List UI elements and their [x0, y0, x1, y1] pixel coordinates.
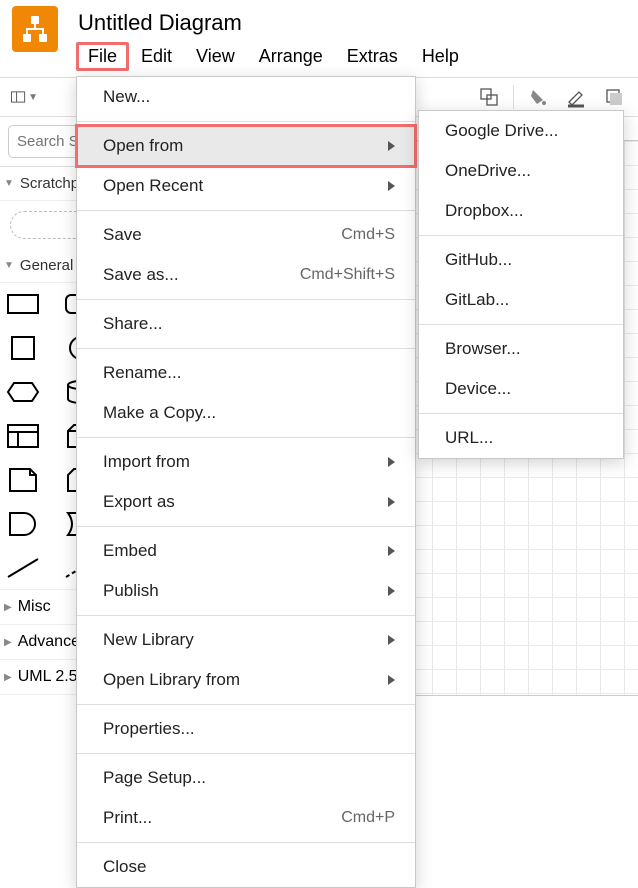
chevron-right-icon — [388, 635, 395, 645]
shadow-icon[interactable] — [600, 83, 628, 111]
chevron-right-icon — [388, 181, 395, 191]
menu-help[interactable]: Help — [410, 42, 471, 71]
line-color-icon[interactable] — [562, 83, 590, 111]
open-from-gdrive[interactable]: Google Drive... — [419, 111, 623, 151]
shape-square[interactable] — [6, 335, 40, 361]
section-general-label: General — [20, 257, 73, 274]
menu-edit[interactable]: Edit — [129, 42, 184, 71]
open-from-submenu: Google Drive... OneDrive... Dropbox... G… — [418, 110, 624, 459]
shape-hexagon[interactable] — [6, 379, 40, 405]
shape-table[interactable] — [6, 423, 40, 449]
chevron-right-icon — [388, 546, 395, 556]
chevron-right-icon — [388, 675, 395, 685]
file-properties[interactable]: Properties... — [77, 709, 415, 749]
file-page-setup[interactable]: Page Setup... — [77, 758, 415, 798]
file-embed[interactable]: Embed — [77, 531, 415, 571]
open-from-dropbox[interactable]: Dropbox... — [419, 191, 623, 231]
file-open-library[interactable]: Open Library from — [77, 660, 415, 700]
fill-color-icon[interactable] — [524, 83, 552, 111]
menu-arrange[interactable]: Arrange — [247, 42, 335, 71]
sidebar-toggle-icon[interactable]: ▼ — [10, 83, 38, 111]
file-export-as[interactable]: Export as — [77, 482, 415, 522]
doc-title[interactable]: Untitled Diagram — [76, 6, 632, 42]
file-rename[interactable]: Rename... — [77, 353, 415, 393]
shape-note[interactable] — [6, 467, 40, 493]
file-new[interactable]: New... — [77, 77, 415, 117]
menu-file[interactable]: File — [76, 42, 129, 71]
file-open-recent[interactable]: Open Recent — [77, 166, 415, 206]
file-new-library[interactable]: New Library — [77, 620, 415, 660]
to-front-icon[interactable] — [475, 83, 503, 111]
menu-view[interactable]: View — [184, 42, 247, 71]
file-publish[interactable]: Publish — [77, 571, 415, 611]
file-save[interactable]: Save Cmd+S — [77, 215, 415, 255]
shape-and[interactable] — [6, 511, 40, 537]
menu-extras[interactable]: Extras — [335, 42, 410, 71]
open-from-device[interactable]: Device... — [419, 369, 623, 409]
open-from-url[interactable]: URL... — [419, 418, 623, 458]
open-from-onedrive[interactable]: OneDrive... — [419, 151, 623, 191]
open-from-gitlab[interactable]: GitLab... — [419, 280, 623, 320]
app-logo[interactable] — [12, 6, 58, 52]
chevron-right-icon — [388, 457, 395, 467]
menubar: File Edit View Arrange Extras Help — [76, 42, 632, 71]
file-make-copy[interactable]: Make a Copy... — [77, 393, 415, 433]
file-open-from[interactable]: Open from — [77, 126, 415, 166]
chevron-right-icon — [388, 586, 395, 596]
shape-line[interactable] — [6, 555, 40, 581]
open-from-github[interactable]: GitHub... — [419, 240, 623, 280]
file-close[interactable]: Close — [77, 847, 415, 887]
shape-rect[interactable] — [6, 291, 40, 317]
file-menu: New... Open from Open Recent Save Cmd+S … — [76, 76, 416, 888]
chevron-right-icon — [388, 141, 395, 151]
file-import-from[interactable]: Import from — [77, 442, 415, 482]
file-share[interactable]: Share... — [77, 304, 415, 344]
chevron-right-icon — [388, 497, 395, 507]
file-save-as[interactable]: Save as... Cmd+Shift+S — [77, 255, 415, 295]
open-from-browser[interactable]: Browser... — [419, 329, 623, 369]
file-print[interactable]: Print... Cmd+P — [77, 798, 415, 838]
